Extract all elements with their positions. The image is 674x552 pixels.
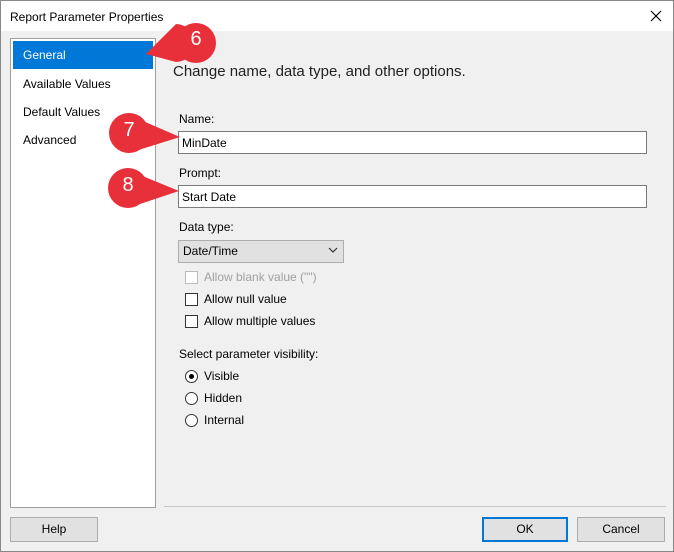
datatype-label: Data type: (179, 220, 234, 234)
name-field[interactable] (178, 131, 647, 154)
allow-blank-checkbox: Allow blank value ("") (185, 269, 317, 285)
allow-blank-label: Allow blank value ("") (204, 270, 317, 284)
visibility-label: Select parameter visibility: (179, 347, 319, 361)
allow-null-checkbox[interactable]: Allow null value (185, 291, 287, 307)
prompt-field[interactable] (178, 185, 647, 208)
datatype-value: Date/Time (183, 244, 238, 258)
report-parameter-properties-dialog: Report Parameter Properties General Avai… (0, 0, 674, 552)
callout-6-number: 6 (190, 28, 202, 50)
help-button[interactable]: Help (10, 517, 98, 542)
ok-button[interactable]: OK (482, 517, 568, 542)
checkbox-box[interactable] (185, 314, 198, 328)
visibility-option-label: Visible (204, 369, 240, 383)
close-button[interactable] (639, 1, 673, 31)
visibility-radio-hidden[interactable]: Hidden (185, 390, 242, 406)
callout-7-number: 7 (123, 119, 135, 141)
chevron-down-icon (328, 247, 338, 253)
cancel-button[interactable]: Cancel (577, 517, 665, 542)
name-label: Name: (179, 112, 215, 126)
prompt-label: Prompt: (179, 166, 222, 180)
allow-null-label: Allow null value (204, 292, 287, 306)
radio-button[interactable] (185, 391, 198, 405)
checkbox-box[interactable] (185, 292, 198, 306)
radio-button[interactable] (185, 369, 198, 383)
sidebar-item-available-values[interactable]: Available Values (13, 70, 153, 98)
footer-divider (164, 506, 666, 507)
sidebar-item-general[interactable]: General (13, 41, 153, 69)
close-icon (650, 10, 662, 22)
allow-multiple-checkbox[interactable]: Allow multiple values (185, 313, 315, 329)
radio-button[interactable] (185, 413, 198, 427)
title-bar: Report Parameter Properties (1, 1, 673, 31)
visibility-option-label: Hidden (204, 391, 243, 405)
sidebar-nav: General Available Values Default Values … (10, 38, 156, 508)
callout-8-number: 8 (122, 174, 134, 196)
visibility-option-label: Internal (204, 413, 245, 427)
datatype-select[interactable]: Date/Time (178, 240, 344, 263)
checkbox-box (185, 270, 198, 284)
visibility-radio-visible[interactable]: Visible (185, 368, 239, 384)
visibility-radio-internal[interactable]: Internal (185, 412, 244, 428)
allow-multiple-label: Allow multiple values (204, 314, 316, 328)
window-title: Report Parameter Properties (10, 10, 164, 24)
